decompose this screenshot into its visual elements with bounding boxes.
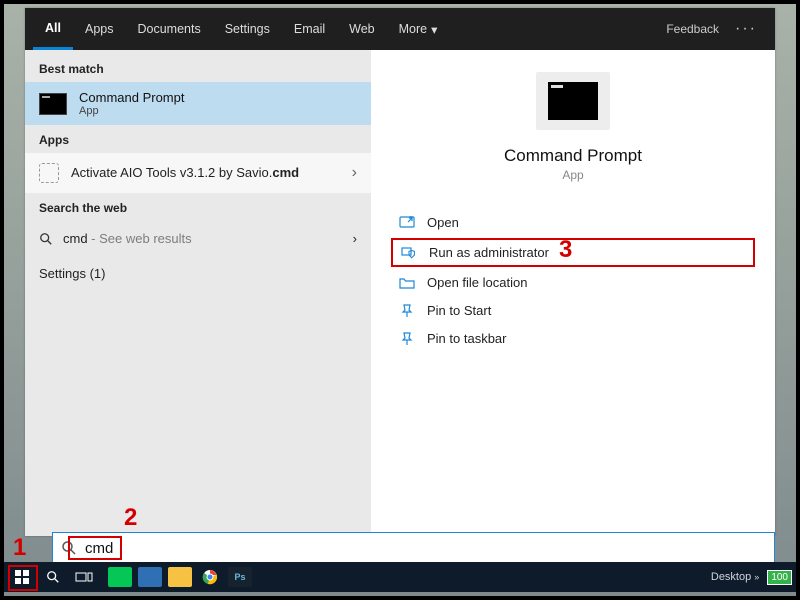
annotation-number-1: 1 — [13, 536, 26, 560]
feedback-link[interactable]: Feedback — [666, 22, 719, 36]
taskbar-app-line[interactable] — [108, 567, 132, 587]
taskbar-app-word[interactable] — [138, 567, 162, 587]
action-open-file-location[interactable]: Open file location — [391, 270, 755, 295]
command-prompt-icon — [39, 93, 67, 115]
open-icon — [399, 216, 415, 230]
apps-result-label: Activate AIO Tools v3.1.2 by Savio.cmd — [71, 165, 340, 181]
best-match-title: Command Prompt — [79, 90, 184, 105]
taskbar-app-photoshop[interactable]: Ps — [228, 567, 252, 587]
preview-icon-tile — [536, 72, 610, 130]
action-open[interactable]: Open — [391, 210, 755, 235]
search-icon — [61, 540, 77, 556]
search-web-heading: Search the web — [25, 193, 371, 221]
tab-apps[interactable]: Apps — [73, 8, 126, 50]
action-pin-to-taskbar[interactable]: Pin to taskbar — [391, 326, 755, 351]
start-button[interactable] — [8, 566, 36, 588]
task-view-icon — [75, 570, 93, 584]
search-input[interactable] — [85, 540, 766, 557]
command-prompt-icon — [548, 82, 598, 120]
admin-shield-icon — [401, 246, 417, 260]
folder-icon — [399, 276, 415, 290]
best-match-subtitle: App — [79, 105, 184, 117]
chevron-right-icon: › — [352, 164, 357, 182]
preview-actions: Open Run as administrator Open file loca… — [391, 210, 755, 351]
apps-result-item[interactable]: Activate AIO Tools v3.1.2 by Savio.cmd › — [25, 153, 371, 193]
web-result-item[interactable]: cmd - See web results › — [25, 221, 371, 256]
search-bar[interactable] — [52, 532, 775, 564]
chevron-right-icon: › — [353, 231, 357, 246]
script-file-icon — [39, 163, 59, 183]
search-icon — [46, 570, 60, 584]
windows-logo-icon — [14, 569, 30, 585]
web-result-term: cmd — [63, 231, 88, 246]
start-search-panel: All Apps Documents Settings Email Web Mo… — [25, 8, 775, 536]
taskbar-app-chrome[interactable] — [198, 567, 222, 587]
tab-more[interactable]: More▾ — [387, 8, 450, 50]
tab-web[interactable]: Web — [337, 8, 386, 50]
battery-indicator[interactable]: 100 — [767, 570, 792, 585]
apps-heading: Apps — [25, 125, 371, 153]
tab-email[interactable]: Email — [282, 8, 337, 50]
desktop-background: All Apps Documents Settings Email Web Mo… — [4, 4, 796, 596]
web-result-suffix: - See web results — [88, 231, 192, 246]
tab-all[interactable]: All — [33, 8, 73, 50]
chevron-down-icon: ▾ — [431, 22, 437, 37]
pin-icon — [399, 304, 415, 318]
action-pin-to-start[interactable]: Pin to Start — [391, 298, 755, 323]
taskbar-search-button[interactable] — [39, 566, 67, 588]
best-match-heading: Best match — [25, 54, 371, 82]
tab-settings[interactable]: Settings — [213, 8, 282, 50]
chrome-icon — [202, 569, 218, 585]
tab-documents[interactable]: Documents — [125, 8, 212, 50]
results-left-pane: Best match Command Prompt App Apps Activ… — [25, 50, 371, 536]
settings-result-item[interactable]: Settings (1) — [25, 256, 371, 291]
taskbar: Ps Desktop » 100 — [4, 562, 796, 592]
search-icon — [39, 232, 53, 246]
more-options-icon[interactable]: ··· — [735, 20, 757, 38]
result-preview-pane: Command Prompt App Open Run as administr… — [371, 50, 775, 536]
search-filter-tabs: All Apps Documents Settings Email Web Mo… — [25, 8, 775, 50]
show-desktop-toolbar[interactable]: Desktop » — [711, 571, 759, 583]
preview-subtitle: App — [562, 168, 583, 182]
action-run-as-administrator[interactable]: Run as administrator — [391, 238, 755, 267]
pin-icon — [399, 332, 415, 346]
taskbar-app-explorer[interactable] — [168, 567, 192, 587]
best-match-result[interactable]: Command Prompt App — [25, 82, 371, 125]
task-view-button[interactable] — [70, 566, 98, 588]
preview-title: Command Prompt — [504, 146, 642, 166]
